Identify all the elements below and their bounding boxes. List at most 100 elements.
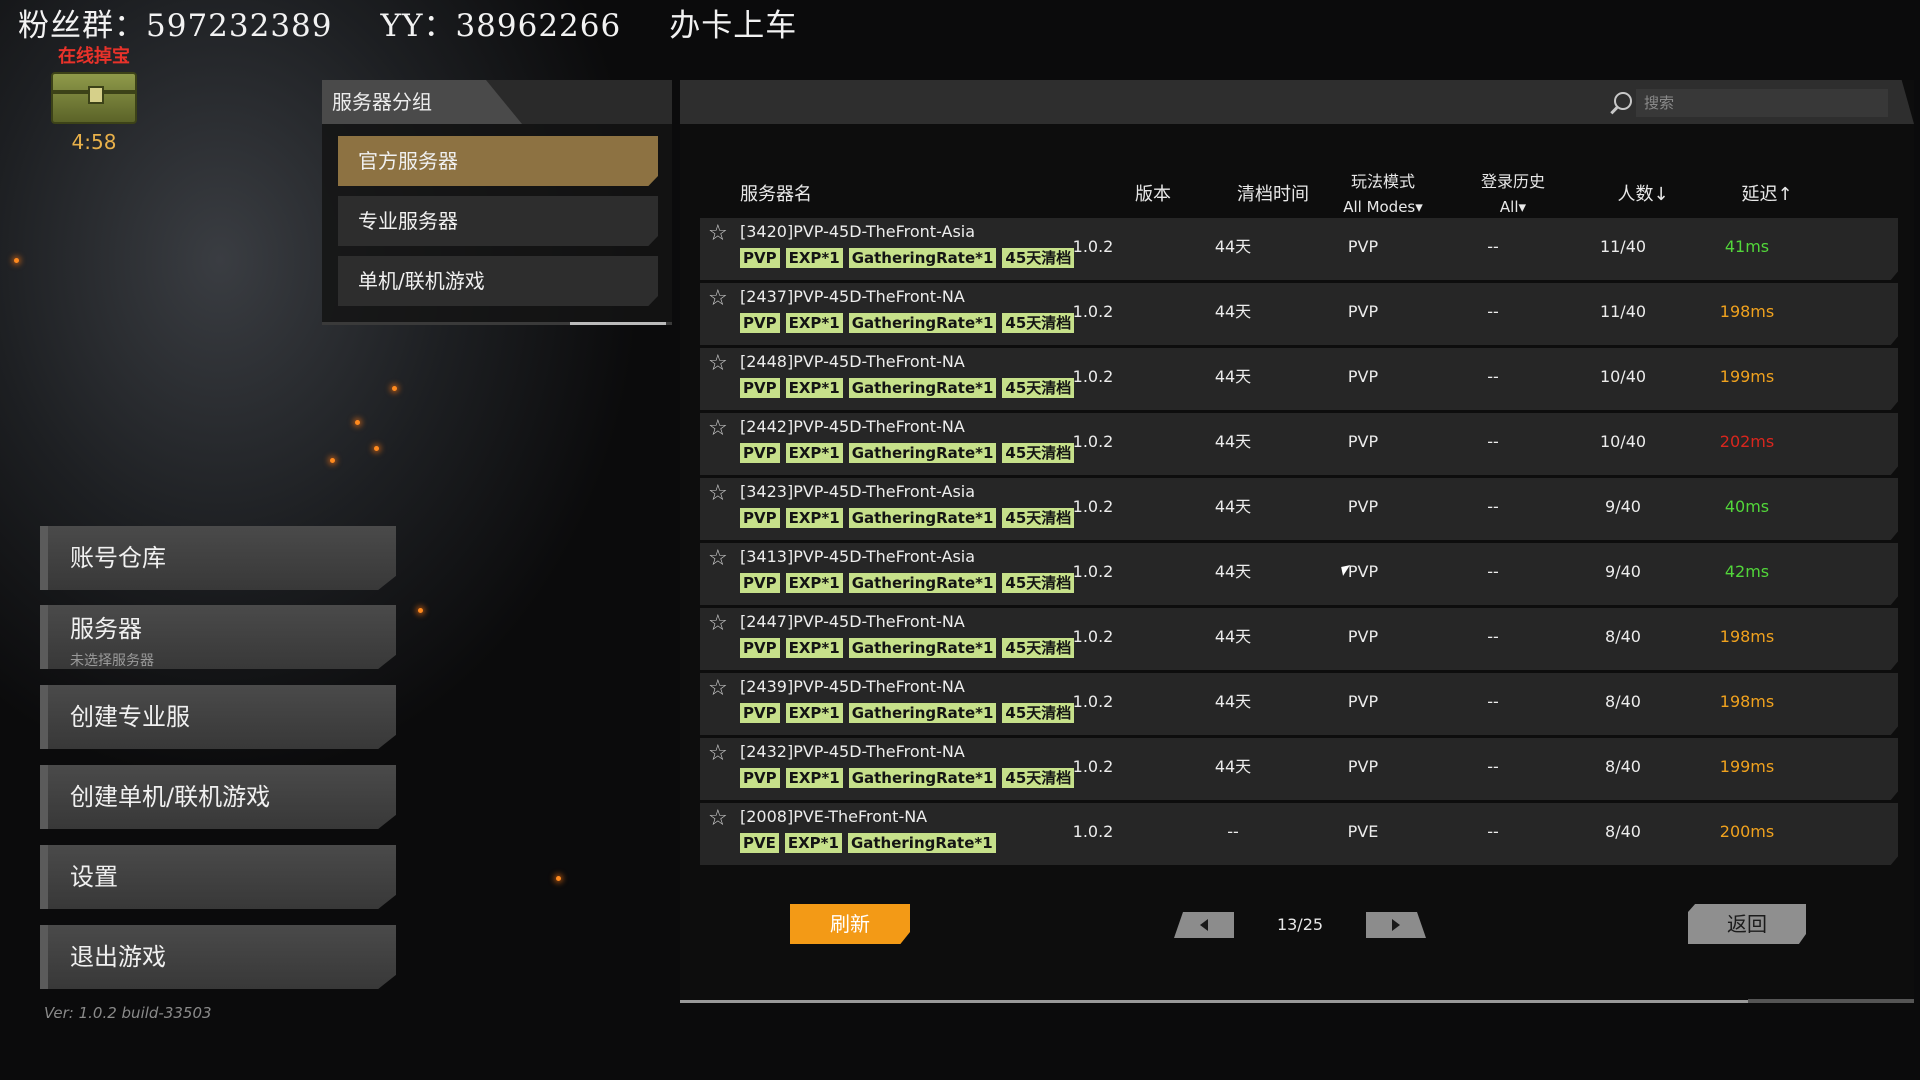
server-tags: PVP EXP*1 GatheringRate*1 45天清档 (740, 378, 1080, 398)
server-row[interactable]: ☆ [3413]PVP-45D-TheFront-Asia PVP EXP*1 Gath… (700, 543, 1898, 605)
menu-create-pro-server-button[interactable]: 创建专业服 (40, 685, 396, 749)
server-version: 1.0.2 (1072, 367, 1114, 386)
ember-particle (355, 420, 360, 425)
wipe-time: 44天 (1214, 692, 1252, 711)
server-tag: GatheringRate*1 (848, 313, 997, 333)
back-button[interactable]: 返回 (1688, 904, 1806, 944)
server-name: [3423]PVP-45D-TheFront-Asia (740, 482, 976, 501)
server-tag: PVP (740, 378, 780, 398)
next-page-button[interactable] (1366, 912, 1426, 938)
mode-filter-dropdown[interactable]: All Modes▾ (1323, 198, 1443, 216)
server-tag: PVP (740, 703, 780, 723)
login-history: -- (1487, 367, 1499, 386)
menu-exit-game-button[interactable]: 退出游戏 (40, 925, 396, 989)
server-row[interactable]: ☆ [2448]PVP-45D-TheFront-NA PVP EXP*1 Gather… (700, 348, 1898, 410)
group-item-pro[interactable]: 专业服务器 (338, 196, 658, 246)
group-item-official[interactable]: 官方服务器 (338, 136, 658, 186)
col-game-mode[interactable]: 玩法模式 All Modes▾ (1323, 168, 1443, 216)
server-row[interactable]: ☆ [2447]PVP-45D-TheFront-NA PVP EXP*1 Gather… (700, 608, 1898, 670)
game-mode: PVE (1347, 822, 1379, 841)
menu-settings-button[interactable]: 设置 (40, 845, 396, 909)
server-tag: EXP*1 (785, 313, 843, 333)
col-ping-sort[interactable]: 延迟↑ (1707, 180, 1827, 206)
search-input[interactable] (1636, 89, 1888, 117)
favorite-star-icon[interactable]: ☆ (708, 741, 728, 766)
server-tags: PVP EXP*1 GatheringRate*1 45天清档 (740, 508, 1080, 528)
game-mode: PVP (1347, 757, 1379, 776)
server-row[interactable]: ☆ [2439]PVP-45D-TheFront-NA PVP EXP*1 Gather… (700, 673, 1898, 735)
server-tag: PVP (740, 313, 780, 333)
server-group-panel: 服务器分组 官方服务器 专业服务器 单机/联机游戏 (322, 80, 672, 325)
menu-server-button[interactable]: 服务器 未选择服务器 (40, 605, 396, 669)
col-players-sort[interactable]: 人数↓ (1583, 180, 1703, 206)
ping-value: 199ms (1719, 367, 1775, 386)
favorite-star-icon[interactable]: ☆ (708, 416, 728, 441)
server-name: [3413]PVP-45D-TheFront-Asia (740, 547, 976, 566)
server-tag: EXP*1 (785, 703, 843, 723)
ping-value: 42ms (1724, 562, 1770, 581)
ping-value: 200ms (1719, 822, 1775, 841)
server-row[interactable]: ☆ [2432]PVP-45D-TheFront-NA PVP EXP*1 Gather… (700, 738, 1898, 800)
favorite-star-icon[interactable]: ☆ (708, 286, 728, 311)
col-game-mode-label: 玩法模式 (1350, 172, 1415, 191)
fans-group-text: 粉丝群：597232389 (18, 8, 333, 44)
favorite-star-icon[interactable]: ☆ (708, 546, 728, 571)
panel-accent (570, 322, 666, 325)
wipe-time: 44天 (1214, 627, 1252, 646)
menu-account-warehouse-button[interactable]: 账号仓库 (40, 526, 396, 590)
server-tag: EXP*1 (785, 573, 843, 593)
refresh-button[interactable]: 刷新 (790, 904, 910, 944)
server-name: [2447]PVP-45D-TheFront-NA (740, 612, 965, 631)
server-tag: GatheringRate*1 (848, 443, 997, 463)
history-filter-dropdown[interactable]: All▾ (1453, 198, 1573, 216)
server-tag: EXP*1 (785, 443, 843, 463)
col-login-history[interactable]: 登录历史 All▾ (1453, 168, 1573, 216)
game-mode: PVP (1347, 627, 1379, 646)
login-history: -- (1487, 562, 1499, 581)
server-tags: PVP EXP*1 GatheringRate*1 45天清档 (740, 638, 1080, 658)
col-wipe-time[interactable]: 清档时间 (1213, 180, 1333, 206)
menu-label: 创建单机/联机游戏 (70, 783, 271, 811)
favorite-star-icon[interactable]: ☆ (708, 481, 728, 506)
favorite-star-icon[interactable]: ☆ (708, 611, 728, 636)
online-treasure[interactable]: 在线掉宝 4:58 (44, 42, 144, 154)
search-icon[interactable] (1614, 92, 1632, 110)
server-tag: EXP*1 (784, 833, 842, 853)
promo-text: 办卡上车 (669, 8, 798, 44)
game-mode: PVP (1347, 367, 1379, 386)
server-tags: PVP EXP*1 GatheringRate*1 45天清档 (740, 248, 1080, 268)
favorite-star-icon[interactable]: ☆ (708, 221, 728, 246)
col-server-name[interactable]: 服务器名 (740, 180, 812, 206)
menu-sublabel: 未选择服务器 (70, 653, 154, 669)
server-tags: PVP EXP*1 GatheringRate*1 45天清档 (740, 313, 1080, 333)
server-name: [2439]PVP-45D-TheFront-NA (740, 677, 965, 696)
game-mode: PVP (1347, 237, 1379, 256)
treasure-timer: 4:58 (71, 130, 117, 154)
wipe-time: 44天 (1214, 757, 1252, 776)
favorite-star-icon[interactable]: ☆ (708, 806, 728, 831)
favorite-star-icon[interactable]: ☆ (708, 351, 728, 376)
server-tag: PVP (740, 248, 780, 268)
menu-create-game-button[interactable]: 创建单机/联机游戏 (40, 765, 396, 829)
favorite-star-icon[interactable]: ☆ (708, 676, 728, 701)
login-history: -- (1487, 692, 1499, 711)
col-version[interactable]: 版本 (1093, 180, 1213, 206)
ping-value: 202ms (1719, 432, 1775, 451)
server-row[interactable]: ☆ [2442]PVP-45D-TheFront-NA PVP EXP*1 Gather… (700, 413, 1898, 475)
server-row[interactable]: ☆ [3420]PVP-45D-TheFront-Asia PVP EXP*1 Gath… (700, 218, 1898, 280)
prev-page-button[interactable] (1174, 912, 1234, 938)
server-row[interactable]: ☆ [3423]PVP-45D-TheFront-Asia PVP EXP*1 Gath… (700, 478, 1898, 540)
server-tag: EXP*1 (785, 768, 843, 788)
group-item-single-multi[interactable]: 单机/联机游戏 (338, 256, 658, 306)
wipe-time: 44天 (1214, 432, 1252, 451)
server-row[interactable]: ☆ [2008]PVE-TheFront-NA PVE EXP*1 GatheringR… (700, 803, 1898, 865)
wipe-time: 44天 (1214, 367, 1252, 386)
server-row[interactable]: ☆ [2437]PVP-45D-TheFront-NA PVP EXP*1 Gather… (700, 283, 1898, 345)
wipe-time: 44天 (1214, 497, 1252, 516)
server-tag: PVP (740, 638, 780, 658)
stream-watermark: 粉丝群：597232389 YY：38962266 办卡上车 (18, 0, 845, 45)
server-name: [2442]PVP-45D-TheFront-NA (740, 417, 965, 436)
server-tag: PVP (740, 443, 780, 463)
treasure-chest-icon[interactable] (51, 72, 137, 124)
version-label: Ver: 1.0.2 build-33503 (44, 1004, 212, 1022)
